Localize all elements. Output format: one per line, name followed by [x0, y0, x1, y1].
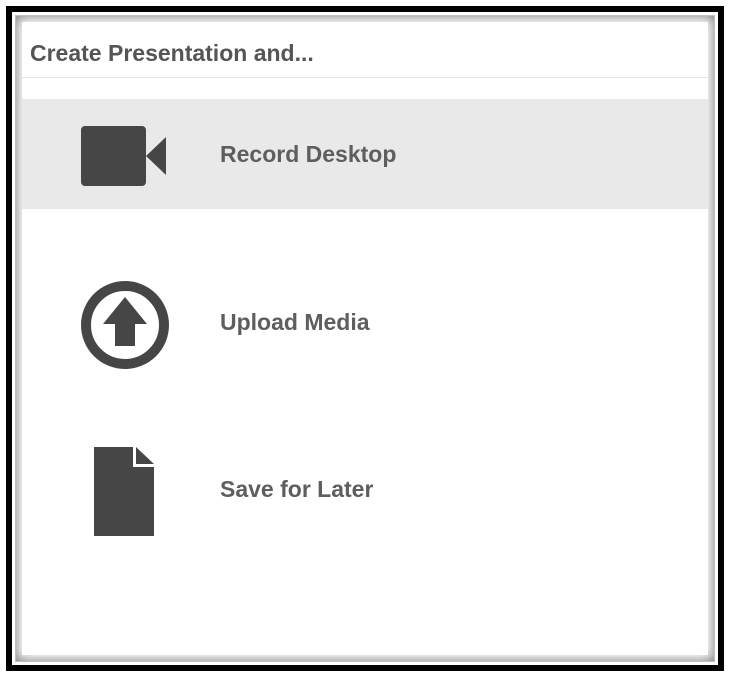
video-camera-icon [81, 126, 166, 186]
screenshot-frame: Create Presentation and... Record Deskto… [0, 0, 730, 677]
menu-item-label: Record Desktop [220, 141, 397, 167]
menu-item-save-for-later[interactable]: Save for Later [22, 432, 708, 542]
menu-item-label: Save for Later [220, 476, 374, 502]
dialog-body: Create Presentation and... Record Deskto… [22, 22, 708, 655]
document-icon [94, 447, 154, 536]
menu-item-upload-media[interactable]: Upload Media [22, 265, 708, 375]
menu-item-label: Upload Media [220, 309, 370, 335]
upload-circle-arrow-icon [81, 281, 169, 369]
dialog-title: Create Presentation and... [30, 40, 314, 66]
dialog-header: Create Presentation and... [22, 22, 708, 78]
menu-item-record-desktop[interactable]: Record Desktop [22, 99, 708, 209]
create-presentation-dialog: Create Presentation and... Record Deskto… [15, 15, 715, 662]
